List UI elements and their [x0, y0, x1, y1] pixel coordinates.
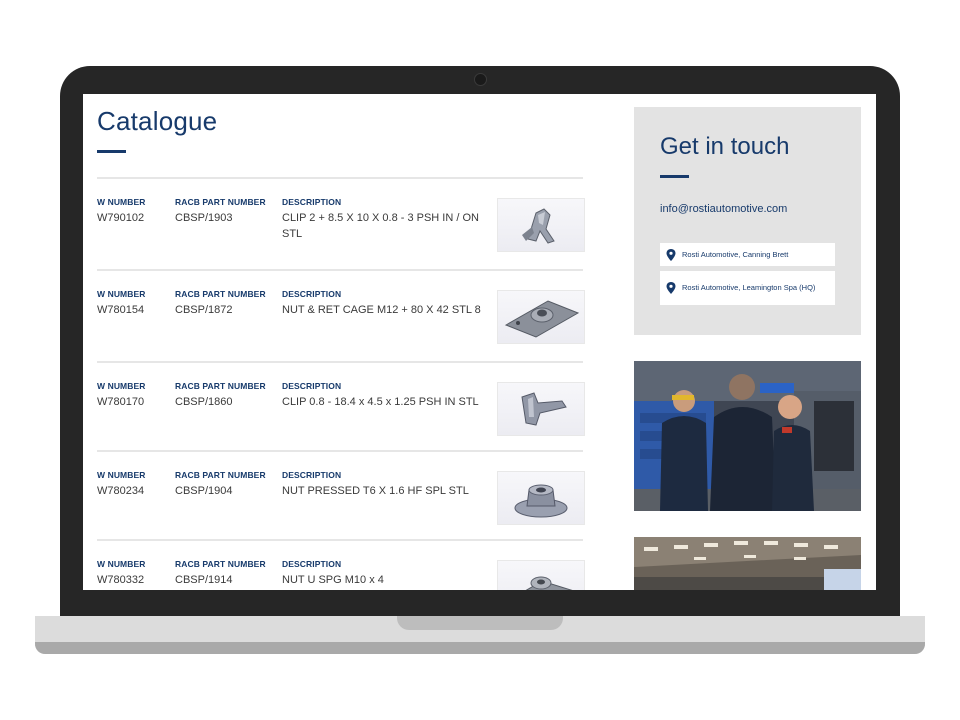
email-link[interactable]: info@rostiautomotive.com [660, 203, 787, 215]
w-number-value: W790102 [97, 212, 145, 224]
racb-label: RACB PART NUMBER [175, 559, 266, 569]
description-value: NUT U SPG M10 x 4 [282, 574, 384, 586]
contact-title-underline [660, 175, 689, 178]
page-title: Catalogue [97, 106, 218, 136]
location-canning-brett[interactable]: Rosti Automotive, Canning Brett [660, 243, 835, 266]
racb-label: RACB PART NUMBER [175, 381, 266, 391]
location-label: Rosti Automotive, Canning Brett [682, 249, 789, 259]
racb-value: CBSP/1904 [175, 485, 233, 497]
w-number-value: W780154 [97, 304, 145, 316]
description-label: DESCRIPTION [282, 470, 342, 480]
webcam-icon [474, 73, 487, 86]
u-nut-icon [525, 576, 573, 590]
w-number-label: W NUMBER [97, 289, 146, 299]
push-clip-icon [521, 392, 567, 426]
w-number-value: W780234 [97, 485, 145, 497]
racb-value: CBSP/1903 [175, 212, 233, 224]
w-number-label: W NUMBER [97, 197, 146, 207]
description-value: NUT & RET CAGE M12 + 80 X 42 STL 8 [282, 304, 481, 316]
racb-label: RACB PART NUMBER [175, 197, 266, 207]
product-thumbnail[interactable] [497, 382, 585, 436]
product-thumbnail[interactable] [497, 198, 585, 252]
cage-nut-plate-icon [504, 300, 580, 338]
w-number-value: W780170 [97, 396, 145, 408]
laptop-screen: Catalogue W NUMBER W790102 RACB PART NUMB… [83, 94, 876, 590]
catalogue-row[interactable]: W NUMBER W780332 RACB PART NUMBER CBSP/191… [97, 539, 585, 590]
racb-value: CBSP/1860 [175, 396, 233, 408]
catalogue-row[interactable]: W NUMBER W780154 RACB PART NUMBER CBSP/187… [97, 269, 585, 363]
description-value: CLIP 2 + 8.5 X 10 X 0.8 - 3 PSH IN / ON … [282, 212, 479, 240]
map-pin-icon [666, 248, 676, 261]
catalogue-row[interactable]: W NUMBER W790102 RACB PART NUMBER CBSP/190… [97, 177, 585, 271]
map-pin-icon [666, 282, 676, 294]
contact-title: Get in touch [660, 133, 790, 160]
catalogue-row[interactable]: W NUMBER W780234 RACB PART NUMBER CBSP/190… [97, 450, 585, 544]
laptop-base-edge [35, 642, 925, 654]
spring-clip-icon [522, 208, 555, 244]
racb-label: RACB PART NUMBER [175, 289, 266, 299]
flange-nut-icon [514, 484, 568, 518]
w-number-value: W780332 [97, 574, 145, 586]
laptop-notch [397, 616, 563, 630]
product-thumbnail[interactable] [497, 471, 585, 525]
location-leamington-spa[interactable]: Rosti Automotive, Leamington Spa (HQ) [660, 271, 835, 305]
description-value: CLIP 0.8 - 18.4 x 4.5 x 1.25 PSH IN STL [282, 396, 479, 408]
racb-label: RACB PART NUMBER [175, 470, 266, 480]
title-underline [97, 150, 126, 153]
product-thumbnail[interactable] [497, 560, 585, 590]
description-label: DESCRIPTION [282, 289, 342, 299]
racb-value: CBSP/1914 [175, 574, 233, 586]
location-label: Rosti Automotive, Leamington Spa (HQ) [682, 283, 816, 292]
description-label: DESCRIPTION [282, 197, 342, 207]
w-number-label: W NUMBER [97, 381, 146, 391]
racb-value: CBSP/1872 [175, 304, 233, 316]
factory-photo [634, 537, 861, 590]
w-number-label: W NUMBER [97, 559, 146, 569]
description-label: DESCRIPTION [282, 381, 342, 391]
description-value: NUT PRESSED T6 X 1.6 HF SPL STL [282, 485, 469, 497]
product-thumbnail[interactable] [497, 290, 585, 344]
catalogue-row[interactable]: W NUMBER W780170 RACB PART NUMBER CBSP/186… [97, 361, 585, 455]
description-label: DESCRIPTION [282, 559, 342, 569]
w-number-label: W NUMBER [97, 470, 146, 480]
contact-card: Get in touch info@rostiautomotive.com Ro… [634, 107, 861, 335]
workshop-photo [634, 361, 861, 511]
